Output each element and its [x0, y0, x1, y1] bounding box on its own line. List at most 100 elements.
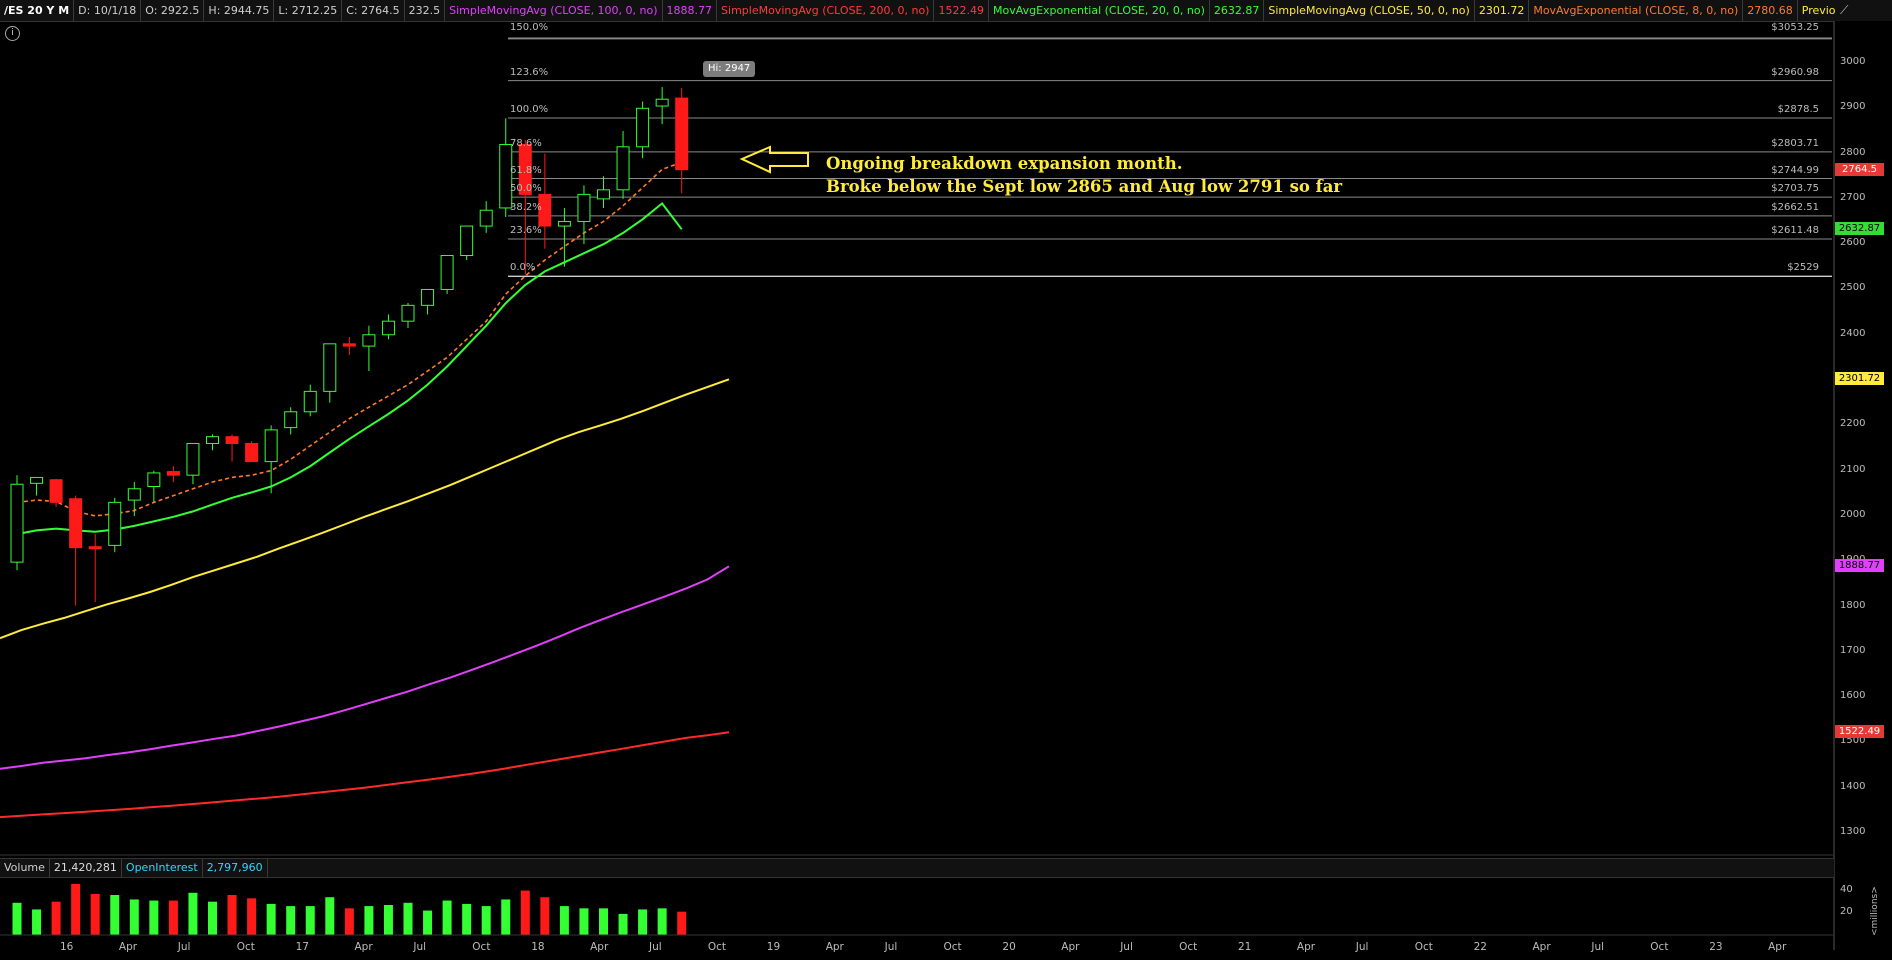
- volume-label: Volume: [0, 859, 50, 877]
- candle-body-20: [401, 304, 415, 322]
- x-tick-21: Apr: [1296, 941, 1316, 953]
- candle-body-22: [440, 255, 454, 290]
- annotation-line-1: Ongoing breakdown expansion month.: [826, 154, 1183, 173]
- ma-line-4: [0, 731, 730, 819]
- y-tick-0: 3000: [1840, 56, 1866, 67]
- y-tick-3: 2700: [1840, 191, 1866, 203]
- candle-body-1: [30, 476, 44, 484]
- x-tick-18: Jul: [1120, 941, 1133, 953]
- volume-bar-9: [188, 892, 198, 935]
- y-tick-13: 1700: [1840, 644, 1866, 656]
- volume-tick-0: 40: [1840, 883, 1853, 895]
- x-tick-7: Oct: [472, 941, 491, 953]
- fib-pct-label-8: 0.0%: [510, 262, 536, 274]
- y-tick-17: 1300: [1840, 826, 1866, 837]
- candle-body-28: [557, 221, 571, 227]
- y-tick-2: 2800: [1840, 146, 1866, 158]
- volume-bar-16: [325, 897, 335, 935]
- price-tag-2: 2301.72: [1835, 372, 1884, 386]
- x-tick-12: 19: [766, 941, 781, 953]
- volume-bar-3: [71, 883, 81, 935]
- candle-body-3: [69, 498, 83, 549]
- volume-bar-24: [481, 906, 491, 935]
- fib-value-label-2: $2878.5: [1777, 104, 1819, 116]
- volume-bar-34: [677, 911, 687, 935]
- price-tag-1: 2632.87: [1835, 222, 1884, 236]
- x-tick-17: Apr: [1061, 941, 1080, 953]
- y-tick-16: 1400: [1840, 780, 1866, 792]
- open-interest-label: OpenInterest: [122, 859, 203, 877]
- x-tick-24: 22: [1473, 941, 1487, 953]
- fib-pct-label-6: 38.2%: [510, 201, 542, 213]
- volume-bar-33: [657, 908, 667, 935]
- volume-bar-21: [423, 910, 433, 935]
- y-tick-14: 1600: [1840, 690, 1866, 702]
- y-tick-6: 2400: [1840, 327, 1866, 339]
- volume-bar-5: [110, 895, 120, 935]
- volume-bar-6: [129, 899, 139, 935]
- candle-body-16: [323, 343, 337, 392]
- x-tick-6: Jul: [413, 941, 427, 953]
- y-tick-12: 1800: [1840, 599, 1866, 611]
- x-tick-26: Jul: [1591, 941, 1605, 953]
- x-tick-1: Apr: [118, 941, 138, 953]
- x-tick-22: Jul: [1355, 941, 1369, 953]
- fib-value-label-4: $2744.99: [1771, 164, 1819, 176]
- candle-body-34: [675, 97, 689, 171]
- candle-body-30: [597, 189, 610, 200]
- candle-body-2: [49, 479, 63, 503]
- candle-body-8: [166, 471, 180, 476]
- candle-body-11: [225, 436, 239, 444]
- y-tick-10: 2000: [1840, 508, 1866, 520]
- y-tick-9: 2100: [1840, 463, 1866, 475]
- volume-bar-26: [520, 890, 530, 935]
- fib-value-label-7: $2611.48: [1771, 224, 1819, 236]
- x-tick-19: Oct: [1179, 941, 1198, 953]
- x-tick-0: 16: [60, 941, 74, 953]
- candle-body-32: [636, 107, 650, 148]
- candle-body-24: [479, 209, 493, 227]
- fib-value-label-1: $2960.98: [1771, 66, 1819, 78]
- candle-body-18: [362, 334, 376, 347]
- volume-bar-17: [344, 908, 354, 935]
- volume-bar-19: [383, 905, 393, 935]
- price-tag-4: 1522.49: [1835, 725, 1884, 739]
- x-tick-16: 20: [1002, 941, 1016, 953]
- x-tick-29: Apr: [1768, 941, 1787, 953]
- fib-pct-label-1: 123.6%: [510, 66, 549, 78]
- y-tick-5: 2500: [1840, 282, 1866, 294]
- volume-bar-30: [599, 908, 608, 935]
- candle-body-19: [381, 320, 395, 336]
- volume-bar-22: [442, 900, 452, 935]
- candle-body-0: [10, 483, 24, 563]
- volume-bar-27: [540, 897, 550, 935]
- fib-pct-label-0: 150.0%: [510, 22, 549, 33]
- fib-value-label-6: $2662.51: [1771, 201, 1819, 213]
- volume-bar-4: [90, 893, 100, 935]
- volume-bar-8: [168, 900, 178, 935]
- volume-bar-32: [638, 909, 648, 935]
- volume-header-bar: Volume 21,420,281 OpenInterest 2,797,960: [0, 858, 1834, 878]
- candle-body-7: [147, 472, 161, 488]
- ma-line-1: [16, 201, 683, 536]
- fib-pct-label-7: 23.6%: [510, 224, 542, 236]
- x-tick-27: Oct: [1650, 941, 1669, 953]
- annotation-arrow: [739, 145, 809, 174]
- price-tag-3: 1888.77: [1835, 559, 1884, 573]
- volume-bar-7: [149, 900, 159, 935]
- fib-pct-label-3: 78.6%: [510, 137, 542, 149]
- volume-tick-1: 20: [1840, 905, 1853, 917]
- fib-pct-label-4: 61.8%: [510, 164, 542, 176]
- candle-body-10: [206, 436, 219, 444]
- x-tick-25: Apr: [1532, 941, 1551, 953]
- x-tick-11: Oct: [707, 941, 727, 953]
- volume-bar-14: [286, 906, 296, 935]
- price-chart[interactable]: [0, 0, 1892, 960]
- candle-body-14: [284, 411, 298, 429]
- x-tick-10: Jul: [649, 941, 662, 953]
- volume-bar-20: [403, 902, 413, 935]
- volume-bar-13: [266, 903, 276, 935]
- ma-line-3: [0, 565, 730, 770]
- volume-bar-12: [247, 898, 257, 935]
- candle-body-15: [303, 390, 317, 413]
